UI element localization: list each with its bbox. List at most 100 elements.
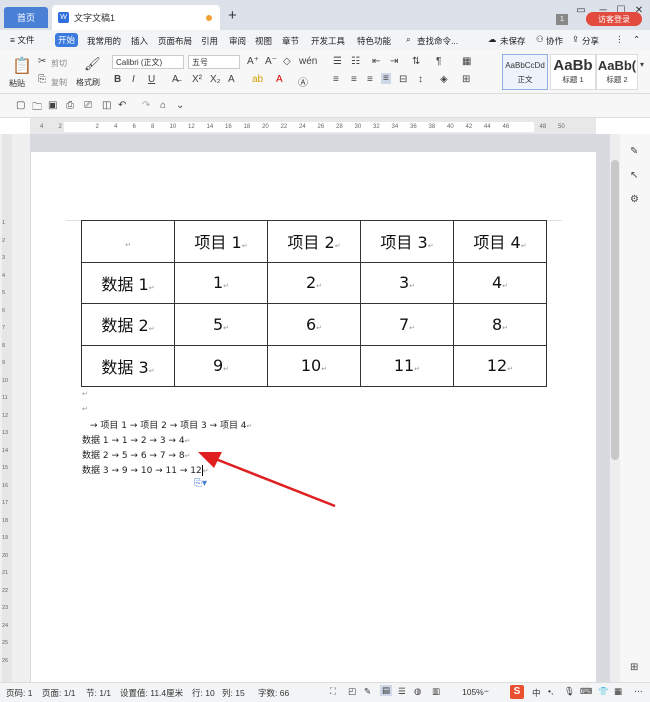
data-table[interactable]: ↵ 项目 1↵ 项目 2↵ 项目 3↵ 项目 4↵ 数据 1↵ 1↵ 2↵ 3↵… bbox=[81, 220, 547, 387]
visitor-login-button[interactable]: 访客登录 bbox=[586, 12, 642, 26]
fullscreen-icon[interactable]: ⛶ bbox=[330, 686, 336, 697]
table-cell[interactable]: 数据 1↵ bbox=[81, 261, 175, 304]
menu-developer[interactable]: 开发工具 bbox=[311, 35, 345, 47]
align-left-icon[interactable]: ≡ bbox=[333, 74, 339, 85]
menu-review[interactable]: 审阅 bbox=[229, 35, 246, 47]
font-family-select[interactable]: Calibri (正文) bbox=[112, 55, 184, 69]
numbered-list-icon[interactable]: ☷ bbox=[351, 56, 360, 67]
table-cell[interactable]: 12↵ bbox=[453, 344, 547, 387]
menu-reference[interactable]: 引用 bbox=[201, 35, 218, 47]
table-cell[interactable]: 10↵ bbox=[267, 344, 361, 387]
table-cell[interactable]: 8↵ bbox=[453, 303, 547, 346]
paste-icon[interactable]: 📋 bbox=[12, 56, 32, 76]
char-border-icon[interactable]: Ⓐ bbox=[298, 74, 308, 89]
command-search[interactable]: 查找命令... bbox=[417, 35, 458, 47]
collapse-ribbon-icon[interactable]: ⌃ bbox=[633, 34, 640, 45]
page-view-icon[interactable]: ▤ bbox=[380, 685, 393, 696]
bullet-list-icon[interactable]: ☰ bbox=[333, 56, 342, 67]
strikethrough-icon[interactable]: A̶ bbox=[172, 74, 179, 85]
align-right-icon[interactable]: ≡ bbox=[367, 74, 373, 85]
status-section[interactable]: 节: 1/1 bbox=[86, 687, 111, 699]
save-icon[interactable]: ▣ bbox=[48, 100, 57, 111]
menu-frequent[interactable]: 我常用的 bbox=[87, 35, 121, 47]
print-preview-icon[interactable]: ◫ bbox=[102, 100, 111, 111]
italic-icon[interactable]: I bbox=[132, 74, 135, 85]
bold-icon[interactable]: B bbox=[114, 74, 121, 85]
grow-font-icon[interactable]: A⁺ bbox=[247, 56, 259, 67]
table-icon[interactable]: ▦ bbox=[462, 56, 471, 67]
subscript-icon[interactable]: X₂ bbox=[210, 74, 221, 85]
border-icon[interactable]: ⊞ bbox=[462, 74, 470, 85]
menu-layout[interactable]: 页面布局 bbox=[158, 35, 192, 47]
customize-qat-icon[interactable]: ⌄ bbox=[176, 100, 184, 111]
table-cell[interactable]: 数据 3↵ bbox=[81, 344, 175, 387]
shrink-font-icon[interactable]: A⁻ bbox=[265, 56, 277, 67]
style-normal[interactable]: AaBbCcDd 正文 bbox=[502, 54, 548, 90]
tab-document[interactable]: W 文字文稿1 bbox=[52, 5, 220, 30]
table-cell[interactable]: 项目 2↵ bbox=[267, 220, 361, 263]
cut-icon[interactable]: ✂ bbox=[38, 56, 46, 67]
align-center-icon[interactable]: ≡ bbox=[351, 74, 357, 85]
show-marks-icon[interactable]: ¶ bbox=[436, 56, 441, 67]
status-pages[interactable]: 页面: 1/1 bbox=[42, 687, 76, 699]
line-spacing-icon[interactable]: ↕ bbox=[418, 74, 423, 85]
text-line[interactable]: 数据 2 → 5 → 6 → 7 → 8↵ bbox=[82, 448, 190, 461]
indent-icon[interactable]: ⇥ bbox=[390, 56, 398, 67]
voice-icon[interactable]: 🎙 bbox=[564, 686, 575, 697]
copy-icon[interactable]: ⎘ bbox=[38, 74, 46, 85]
adjust-icon[interactable]: ⚙ bbox=[630, 194, 639, 205]
undo-icon[interactable]: ↶ bbox=[118, 100, 126, 111]
table-cell[interactable]: 数据 2↵ bbox=[81, 303, 175, 346]
save-status[interactable]: 未保存 bbox=[500, 35, 526, 47]
status-words[interactable]: 字数: 66 bbox=[258, 687, 289, 699]
cut-button[interactable]: 剪切 bbox=[51, 58, 67, 69]
phonetic-icon[interactable]: wén bbox=[299, 56, 317, 67]
open-icon[interactable]: 🗀 bbox=[32, 100, 42, 117]
more-icon[interactable]: ⋮ bbox=[615, 34, 624, 45]
superscript-icon[interactable]: X² bbox=[192, 74, 202, 85]
grid-view-icon[interactable]: ⊞ bbox=[630, 662, 638, 673]
style-heading2[interactable]: AaBb( 标题 2 bbox=[596, 54, 638, 90]
table-cell[interactable]: 1↵ bbox=[174, 261, 268, 304]
copy-button[interactable]: 复制 bbox=[51, 77, 67, 88]
table-cell[interactable]: ↵ bbox=[81, 220, 175, 263]
ime-logo-icon[interactable]: S bbox=[510, 685, 524, 699]
edit-icon[interactable]: ✎ bbox=[630, 146, 638, 157]
highlight-icon[interactable]: ab bbox=[252, 74, 263, 85]
style-heading1[interactable]: AaBb 标题 1 bbox=[550, 54, 596, 90]
status-more-icon[interactable]: ⋯ bbox=[634, 686, 643, 697]
shading-icon[interactable]: ◈ bbox=[440, 74, 448, 85]
toolbox-icon[interactable]: ▦ bbox=[614, 686, 622, 697]
clear-format-icon[interactable]: ◇ bbox=[283, 56, 291, 67]
outdent-icon[interactable]: ⇤ bbox=[372, 56, 380, 67]
table-cell[interactable]: 3↵ bbox=[360, 261, 454, 304]
new-doc-icon[interactable]: ▢ bbox=[16, 100, 25, 111]
table-cell[interactable]: 9↵ bbox=[174, 344, 268, 387]
focus-icon[interactable]: ◰ bbox=[348, 686, 356, 697]
write-mode-icon[interactable]: ✎ bbox=[364, 686, 371, 697]
punctuation-icon[interactable]: •, bbox=[548, 686, 553, 696]
new-tab-button[interactable]: + bbox=[228, 7, 237, 24]
table-cell[interactable]: 项目 1↵ bbox=[174, 220, 268, 263]
underline-icon[interactable]: U bbox=[148, 74, 155, 85]
table-cell[interactable]: 项目 4↵ bbox=[453, 220, 547, 263]
keyboard-icon[interactable]: ⌨ bbox=[580, 686, 592, 697]
format-painter-button[interactable]: 格式刷 bbox=[76, 77, 100, 88]
skin-icon[interactable]: 👕 bbox=[598, 686, 609, 697]
print-icon[interactable]: ⎚ bbox=[84, 100, 92, 111]
status-setting[interactable]: 设置值: 11.4厘米 bbox=[120, 687, 183, 699]
outline-view-icon[interactable]: ☰ bbox=[398, 686, 406, 697]
sort-icon[interactable]: ⇅ bbox=[412, 56, 420, 67]
scrollbar-thumb[interactable] bbox=[611, 160, 619, 460]
menu-start[interactable]: 开始 bbox=[55, 33, 79, 47]
paste-button[interactable]: 粘贴 bbox=[9, 78, 25, 89]
menu-view[interactable]: 视图 bbox=[255, 35, 272, 47]
ime-mode[interactable]: 中 bbox=[532, 687, 541, 699]
table-cell[interactable]: 5↵ bbox=[174, 303, 268, 346]
font-color-icon[interactable]: A bbox=[276, 74, 283, 85]
font-size-select[interactable]: 五号 bbox=[188, 55, 240, 69]
search-icon[interactable]: ⌕ bbox=[406, 34, 411, 45]
collab-button[interactable]: 协作 bbox=[546, 35, 563, 47]
text-effect-icon[interactable]: A bbox=[228, 74, 235, 85]
redo-icon[interactable]: ↷ bbox=[142, 100, 150, 111]
